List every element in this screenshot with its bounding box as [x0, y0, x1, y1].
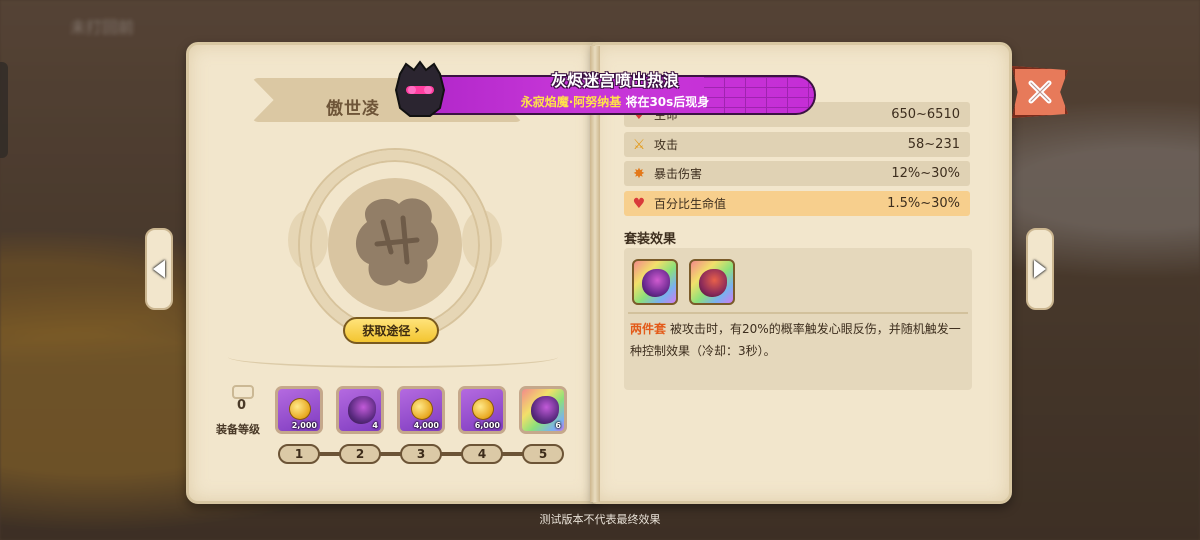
- dragon-gear-icon: [348, 396, 376, 424]
- set-effect-divider: [628, 312, 968, 314]
- set-bonus-description: 两件套 被攻击时，有20%的概率触发心眼反伤，并随机触发一种控制效果（冷却：3秒）…: [630, 318, 962, 362]
- arrow-left-icon: [153, 260, 165, 278]
- upgrade-slot-4[interactable]: 6,000: [458, 386, 506, 434]
- heart-icon: ♥: [632, 195, 646, 212]
- stat-value: 58~231: [907, 137, 960, 152]
- stat-value: 650~6510: [891, 107, 960, 122]
- chevron-right-icon: ›: [414, 323, 420, 338]
- acquire-source-label: 获取途径: [362, 324, 411, 338]
- slot-number-3[interactable]: 3: [400, 444, 442, 464]
- acquire-source-button[interactable]: 获取途径 ›: [343, 317, 439, 344]
- upgrade-slot-5[interactable]: 6: [519, 386, 567, 434]
- upgrade-slot-3[interactable]: 4,000: [397, 386, 445, 434]
- edge-handle[interactable]: [0, 62, 8, 158]
- close-button[interactable]: [1012, 66, 1068, 118]
- set-bonus-tag: 两件套: [630, 322, 667, 336]
- stat-label: 百分比生命值: [654, 197, 727, 211]
- locked-equipment-silhouette-icon: [355, 198, 439, 286]
- close-icon: [1028, 80, 1052, 104]
- slot-number-5[interactable]: 5: [522, 444, 564, 464]
- slot-quantity: 4: [372, 421, 378, 430]
- gold-coin-icon: [469, 395, 497, 423]
- slot-quantity: 6: [555, 421, 561, 430]
- notice-subtitle: 永寂焰魔·阿努纳基 将在30s后现身: [414, 93, 816, 110]
- stat-row-crit-damage: ✸ 暴击伤害 12%~30%: [624, 161, 970, 186]
- test-version-notice: 测试版本不代表最终效果: [539, 513, 661, 526]
- arrow-right-icon: [1034, 260, 1046, 278]
- set-effect-heading: 套装效果: [624, 232, 677, 247]
- set-bonus-text: 被攻击时，有20%的概率触发心眼反伤，并随机触发一种控制效果（冷却：3秒）。: [630, 322, 961, 358]
- slot-number-4[interactable]: 4: [461, 444, 503, 464]
- upgrade-slot-2[interactable]: 4: [336, 386, 384, 434]
- set-piece-1[interactable]: [632, 259, 678, 305]
- upgrade-slot-1[interactable]: 2,000: [275, 386, 323, 434]
- notice-suffix: 将在30s后现身: [621, 95, 710, 109]
- slot-number-1[interactable]: 1: [278, 444, 320, 464]
- slot-quantity: 6,000: [474, 421, 500, 430]
- stat-label: 暴击伤害: [654, 167, 703, 181]
- left-page-divider: [228, 346, 558, 368]
- gold-coin-icon: [408, 395, 436, 423]
- set-piece-2[interactable]: [689, 259, 735, 305]
- dragon-gear-icon: [531, 396, 559, 424]
- sword-icon: ⚔: [632, 136, 646, 153]
- next-page-button[interactable]: [1026, 228, 1054, 310]
- gold-coin-icon: [286, 395, 314, 423]
- equip-level-value: 0: [237, 398, 247, 413]
- slot-quantity: 4,000: [413, 421, 439, 430]
- background-blurred-title: 未打回前: [70, 18, 135, 37]
- purple-dragon-armor-icon: [642, 269, 670, 297]
- stat-row-hp-percent: ♥ 百分比生命值 1.5%~30%: [624, 191, 970, 216]
- notice-boss-name: 永寂焰魔·阿努纳基: [520, 95, 622, 109]
- equip-level-label: 装备等级: [216, 423, 260, 436]
- crit-burst-icon: ✸: [633, 165, 645, 182]
- set-name-title: 傲世凌: [326, 99, 380, 119]
- red-dragon-armor-icon: [699, 269, 727, 297]
- slot-number-2[interactable]: 2: [339, 444, 381, 464]
- stat-row-attack: ⚔ 攻击 58~231: [624, 132, 970, 157]
- equip-level-icon: [232, 385, 254, 399]
- stat-value: 1.5%~30%: [887, 196, 960, 211]
- stat-value: 12%~30%: [891, 166, 960, 181]
- slot-quantity: 2,000: [291, 421, 317, 430]
- notice-title: 灰烬迷宫喷出热浪: [550, 71, 679, 90]
- stat-label: 攻击: [654, 138, 679, 152]
- previous-page-button[interactable]: [145, 228, 173, 310]
